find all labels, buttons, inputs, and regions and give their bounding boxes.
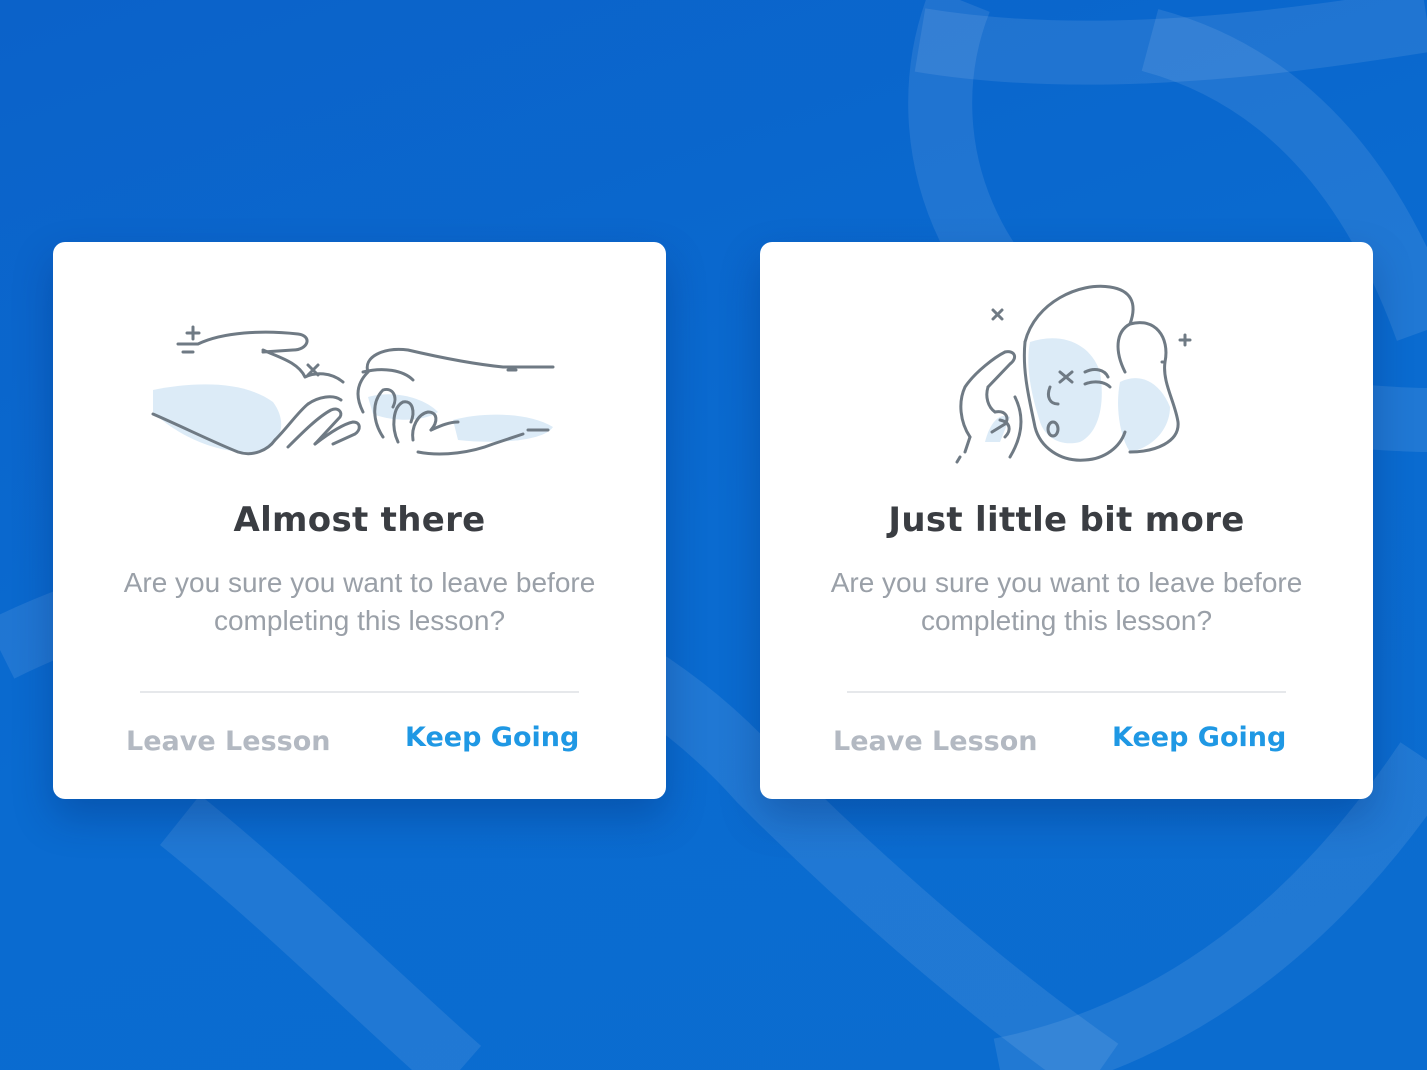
divider	[847, 691, 1286, 693]
dialog-message: Are you sure you want to leave before co…	[830, 567, 1303, 636]
dialog-title: Almost there	[233, 500, 486, 540]
thinking-face-icon	[955, 284, 1192, 464]
leave-lesson-dialog-1: Almost there Are you sure you want to le…	[53, 242, 666, 799]
keep-going-button[interactable]: Keep Going	[1112, 722, 1286, 753]
keep-going-button[interactable]: Keep Going	[405, 722, 579, 753]
dialog-title: Just little bit more	[888, 500, 1245, 540]
leave-lesson-button[interactable]: Leave Lesson	[833, 726, 1037, 757]
reaching-hands-icon	[151, 325, 555, 456]
dialog-message: Are you sure you want to leave before co…	[123, 567, 596, 636]
leave-lesson-button[interactable]: Leave Lesson	[126, 726, 330, 757]
divider	[140, 691, 579, 693]
leave-lesson-dialog-2: Just little bit more Are you sure you wa…	[760, 242, 1373, 799]
